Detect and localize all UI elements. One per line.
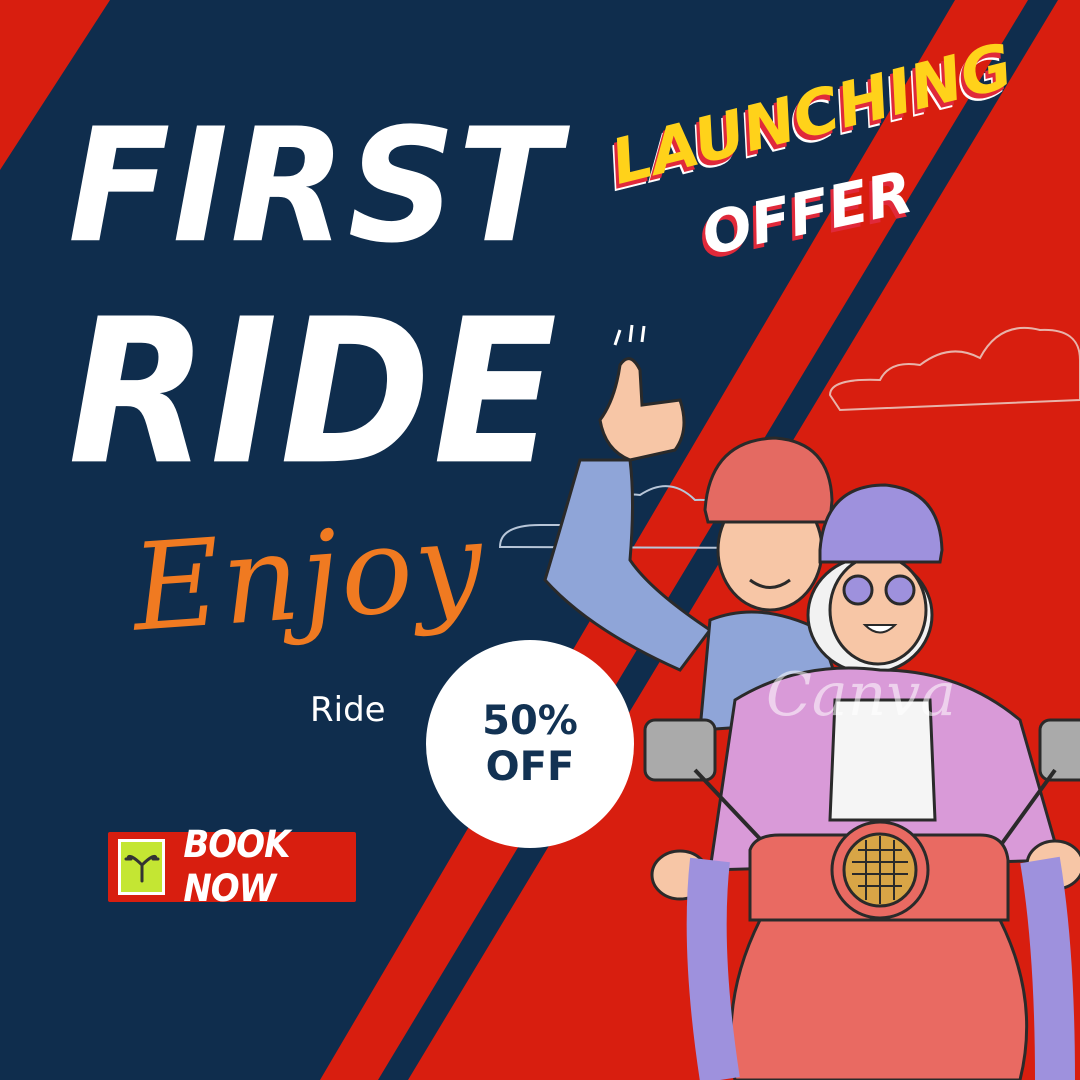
badge-offer: OFFER [696, 157, 919, 269]
scooter-handlebar-icon [118, 839, 166, 895]
headline-first: FIRST [68, 95, 563, 279]
discount-percent: 50% [482, 698, 578, 744]
book-now-label: BOOK NOW [183, 823, 290, 911]
promo-poster: FIRST RIDE Enjoy Ride LAUNCHING OFFER Ca… [0, 0, 1080, 1080]
tagline-enjoy: Enjoy [128, 495, 489, 659]
launching-offer-badge: LAUNCHING OFFER [596, 29, 1020, 298]
canva-watermark: Canva [766, 660, 956, 730]
book-now-button[interactable]: BOOK NOW [108, 823, 356, 911]
discount-off: OFF [485, 744, 575, 790]
tagline-ride: Ride [310, 690, 386, 730]
discount-badge: 50% OFF [426, 640, 634, 848]
